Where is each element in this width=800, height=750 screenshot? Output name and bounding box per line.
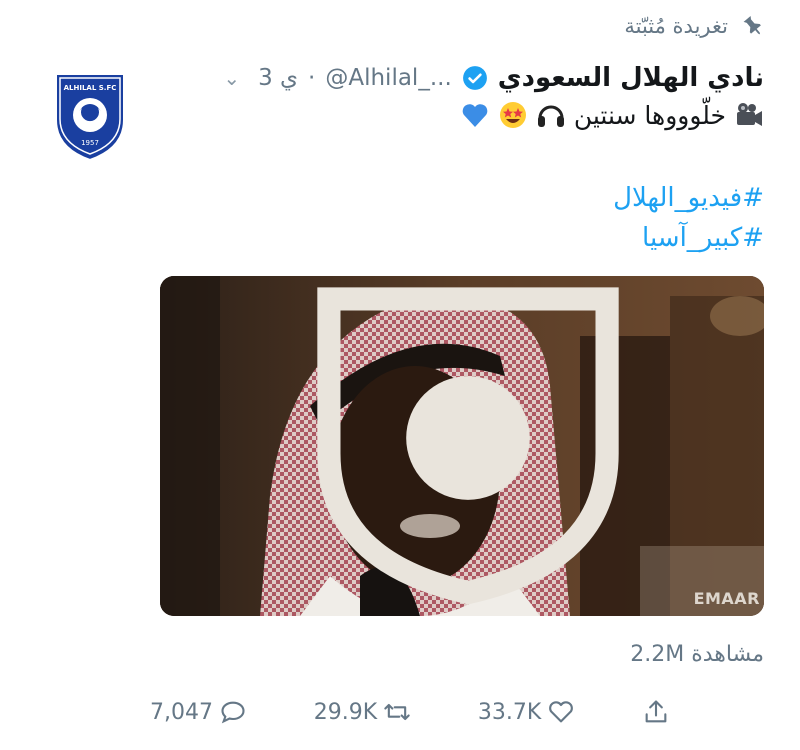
pinned-label: تغريدة مُثبّتة: [624, 14, 728, 38]
tweet-time[interactable]: 3 ي: [258, 65, 298, 91]
meta-separator: ·: [308, 65, 316, 91]
reply-count: 7,047: [150, 699, 213, 725]
author-handle[interactable]: @Alhilal_...: [325, 65, 451, 91]
chevron-down-icon[interactable]: ⌄: [223, 66, 240, 90]
hashtag-link[interactable]: #فيديو_الهلال: [613, 178, 764, 218]
blue-heart-icon: [460, 100, 490, 130]
retweet-icon: [384, 703, 410, 721]
video-player[interactable]: EMAAR: [160, 276, 764, 616]
tweet-text: خلّوووها سنتين: [460, 100, 764, 130]
star-struck-icon: [498, 100, 528, 130]
share-button[interactable]: [642, 698, 670, 726]
reply-button[interactable]: 7,047: [150, 698, 247, 726]
svg-text:ALHILAL S.FC: ALHILAL S.FC: [64, 84, 117, 92]
channel-logo-icon: [317, 287, 619, 605]
author-name[interactable]: نادي الهلال السعودي: [498, 63, 764, 93]
svg-text:1957: 1957: [81, 139, 99, 147]
like-button[interactable]: 33.7K: [478, 698, 575, 726]
tweet-body: خلّوووها سنتين: [573, 100, 726, 130]
retweet-count: 29.9K: [313, 699, 378, 725]
share-icon: [645, 700, 667, 723]
hashtags: #فيديو_الهلال #كبير_آسيا: [613, 178, 764, 258]
like-count: 33.7K: [477, 699, 542, 725]
movie-camera-icon: [734, 100, 764, 130]
avatar[interactable]: ALHILAL S.FC 1957: [52, 70, 128, 162]
video-watermark: EMAAR: [693, 589, 760, 608]
verified-badge-icon: [462, 66, 487, 90]
view-count: مشاهدة 2.2M: [630, 642, 764, 667]
hashtag-link[interactable]: #كبير_آسيا: [613, 218, 764, 258]
heart-icon: [549, 701, 574, 723]
pinned-indicator: تغريدة مُثبّتة: [624, 14, 764, 38]
pin-icon: [743, 16, 761, 35]
headphones-icon: [536, 100, 566, 130]
tweet-actions: 7,047 29.9K 33.7K: [150, 692, 670, 732]
retweet-button[interactable]: 29.9K: [314, 698, 411, 726]
reply-icon: [221, 701, 245, 724]
tweet-header: ⌄ 3 ي · @Alhilal_... نادي الهلال السعودي: [150, 58, 764, 98]
views-count: 2.2M: [630, 642, 685, 667]
views-label: مشاهدة: [691, 642, 764, 667]
